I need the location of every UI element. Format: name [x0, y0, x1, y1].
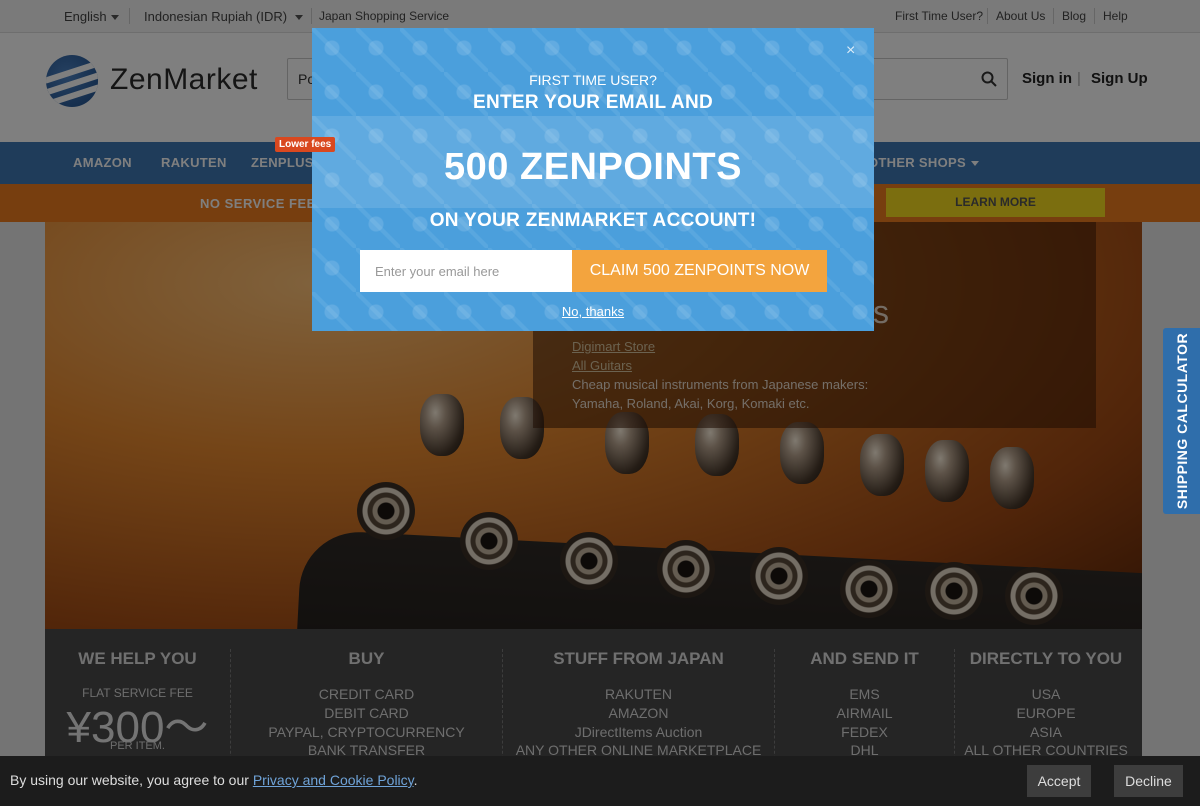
modal-headline: ENTER YOUR EMAIL AND — [472, 92, 713, 113]
modal-eyebrow: FIRST TIME USER? — [529, 72, 657, 88]
cookie-message: By using our website, you agree to our — [10, 772, 253, 788]
modal-subheadline: ON YOUR ZENMARKET ACCOUNT! — [429, 210, 757, 231]
signup-modal: × FIRST TIME USER? ENTER YOUR EMAIL AND … — [312, 28, 874, 331]
cookie-banner: By using our website, you agree to our P… — [0, 756, 1200, 806]
decline-button[interactable]: Decline — [1114, 765, 1183, 797]
shipping-calculator-tab[interactable]: SHIPPING CALCULATOR — [1163, 328, 1200, 514]
no-thanks-link[interactable]: No, thanks — [312, 304, 874, 319]
lower-fees-badge: Lower fees — [275, 137, 336, 152]
accept-button[interactable]: Accept — [1027, 765, 1091, 797]
email-field[interactable] — [360, 250, 572, 292]
cookie-period: . — [413, 772, 418, 788]
modal-offer: 500 ZENPOINTS — [444, 146, 742, 188]
cookie-text: By using our website, you agree to our P… — [10, 772, 418, 788]
shipping-calculator-label: SHIPPING CALCULATOR — [1173, 332, 1190, 510]
claim-zenpoints-button[interactable]: CLAIM 500 ZENPOINTS NOW — [572, 250, 827, 292]
privacy-policy-link[interactable]: Privacy and Cookie Policy — [253, 772, 414, 788]
close-icon[interactable]: × — [846, 42, 855, 60]
